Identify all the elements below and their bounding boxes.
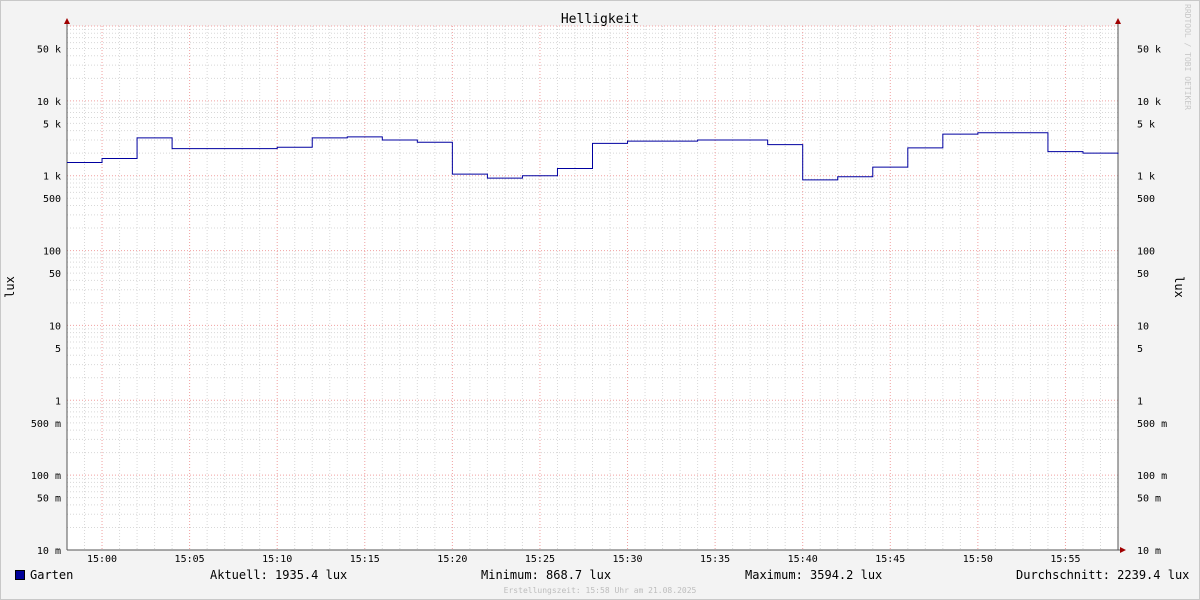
x-tick-label: 15:30 xyxy=(612,554,642,565)
x-tick-label: 15:15 xyxy=(350,554,380,565)
x-tick-label: 15:05 xyxy=(175,554,205,565)
y-tick-label-right: 1 xyxy=(1137,396,1143,407)
y-tick-label-right: 5 k xyxy=(1137,119,1155,130)
y-axis-label-left: lux xyxy=(3,276,17,298)
x-tick-label: 15:45 xyxy=(875,554,905,565)
x-tick-label: 15:20 xyxy=(437,554,467,565)
y-tick-label-left: 5 k xyxy=(43,119,61,130)
legend-minimum: Minimum: 868.7 lux xyxy=(481,568,612,582)
legend-average: Durchschnitt: 2239.4 lux xyxy=(1016,568,1190,582)
y-tick-label-left: 100 xyxy=(43,247,61,258)
brightness-chart: 50 k 10 k 5 k 1 k 500 100 50 10 5 1 500 m 100 m 50 m… xyxy=(3,12,1186,565)
y-tick-label-left: 50 m xyxy=(37,494,61,505)
y-tick-label-right: 10 m xyxy=(1137,546,1161,557)
y-tick-label-right: 500 xyxy=(1137,194,1155,205)
y-tick-label-right: 1 k xyxy=(1137,172,1155,183)
y-tick-label-left: 500 m xyxy=(31,419,61,430)
chart-title: Helligkeit xyxy=(561,12,639,27)
x-tick-label: 15:40 xyxy=(788,554,818,565)
y-tick-label-right: 5 xyxy=(1137,344,1143,355)
watermark: RRDTOOL / TOBI OETIKER xyxy=(1183,4,1192,110)
y-tick-label-left: 1 xyxy=(55,396,61,407)
x-tick-label: 15:35 xyxy=(700,554,730,565)
y-tick-label-left: 100 m xyxy=(31,471,61,482)
legend-series-name: Garten xyxy=(30,568,74,582)
x-axis-arrow xyxy=(1120,547,1126,553)
y-tick-label-right: 50 xyxy=(1137,269,1149,280)
y-tick-labels-right: 50 k 10 k 5 k 1 k 500 100 50 10 5 1 500 m 100 m 50 m… xyxy=(1137,45,1167,557)
y-tick-labels-left: 50 k 10 k 5 k 1 k 500 100 50 10 5 1 500 m 100 m 50 m… xyxy=(31,45,61,557)
y-tick-label-right: 10 xyxy=(1137,321,1149,332)
x-tick-label: 15:55 xyxy=(1050,554,1080,565)
legend-current: Aktuell: 1935.4 lux xyxy=(210,568,348,582)
x-tick-label: 15:10 xyxy=(262,554,292,565)
x-tick-label: 15:50 xyxy=(963,554,993,565)
y-tick-label-left: 50 xyxy=(49,269,61,280)
y-tick-label-left: 500 xyxy=(43,194,61,205)
y-tick-label-right: 10 k xyxy=(1137,97,1161,108)
x-tick-labels: 15:00 15:05 15:10 15:15 15:20 15:25 15:30 15:35… xyxy=(87,554,1081,565)
y-tick-label-right: 100 xyxy=(1137,247,1155,258)
y-tick-label-left: 5 xyxy=(55,344,61,355)
y-tick-label-left: 50 k xyxy=(37,45,61,56)
legend-swatch-garten xyxy=(15,570,25,580)
y-tick-label-right: 50 k xyxy=(1137,45,1161,56)
y-tick-label-left: 10 xyxy=(49,321,61,332)
y-tick-label-right: 500 m xyxy=(1137,419,1167,430)
y-axis-arrow-right xyxy=(1115,18,1121,24)
y-axis-arrow-left xyxy=(64,18,70,24)
x-tick-label: 15:00 xyxy=(87,554,117,565)
y-tick-label-right: 100 m xyxy=(1137,471,1167,482)
legend-maximum: Maximum: 3594.2 lux xyxy=(745,568,883,582)
y-tick-label-left: 1 k xyxy=(43,172,61,183)
y-axis-label-right: lux xyxy=(1172,276,1186,298)
footer-timestamp: Erstellungszeit: 15:58 Uhr am 21.08.2025 xyxy=(503,586,697,595)
y-tick-label-left: 10 k xyxy=(37,97,61,108)
x-tick-label: 15:25 xyxy=(525,554,555,565)
y-tick-label-right: 50 m xyxy=(1137,494,1161,505)
y-tick-label-left: 10 m xyxy=(37,546,61,557)
